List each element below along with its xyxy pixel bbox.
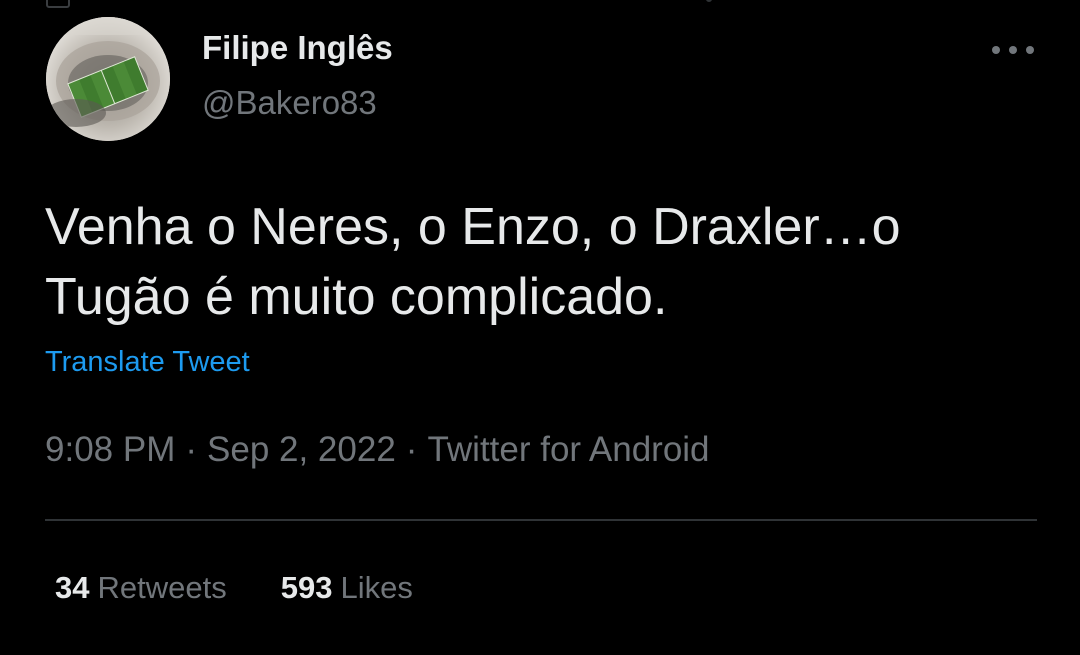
likes-label: Likes (340, 570, 413, 605)
likes-stat[interactable]: 593 Likes (281, 570, 413, 606)
divider (45, 519, 1037, 521)
author-name[interactable]: Filipe Inglês (202, 29, 393, 67)
tweet-time[interactable]: 9:08 PM (45, 430, 175, 469)
tweet-metadata: 9:08 PM · Sep 2, 2022 · Twitter for Android (45, 430, 710, 470)
engagement-stats: 34 Retweets 593 Likes (55, 570, 413, 606)
more-horizontal-icon-dot (1026, 46, 1034, 54)
previous-tweet-fragment-dot (706, 0, 712, 2)
previous-tweet-fragment (46, 0, 70, 8)
retweets-stat[interactable]: 34 Retweets (55, 570, 227, 606)
likes-count: 593 (280, 570, 333, 605)
metadata-separator: · (185, 430, 198, 469)
more-horizontal-icon (992, 46, 1000, 54)
more-horizontal-icon-dot (1009, 46, 1017, 54)
retweets-label: Retweets (97, 570, 227, 605)
tweet-text-line: Tugão é muito complicado. (45, 268, 668, 326)
tweet-text-line: Venha o Neres, o Enzo, o Draxler…o (45, 198, 901, 256)
tweet-date[interactable]: Sep 2, 2022 (207, 430, 396, 469)
metadata-separator: · (405, 430, 418, 469)
tweet-text: Venha o Neres, o Enzo, o Draxler…o Tugão… (45, 192, 1045, 332)
retweets-count: 34 (55, 570, 90, 605)
author-handle[interactable]: @Bakero83 (202, 84, 377, 122)
stadium-avatar-image (46, 17, 170, 141)
translate-tweet-link[interactable]: Translate Tweet (45, 346, 250, 379)
tweet-source[interactable]: Twitter for Android (427, 430, 709, 469)
avatar[interactable] (46, 17, 170, 141)
more-options-button[interactable] (990, 36, 1036, 64)
